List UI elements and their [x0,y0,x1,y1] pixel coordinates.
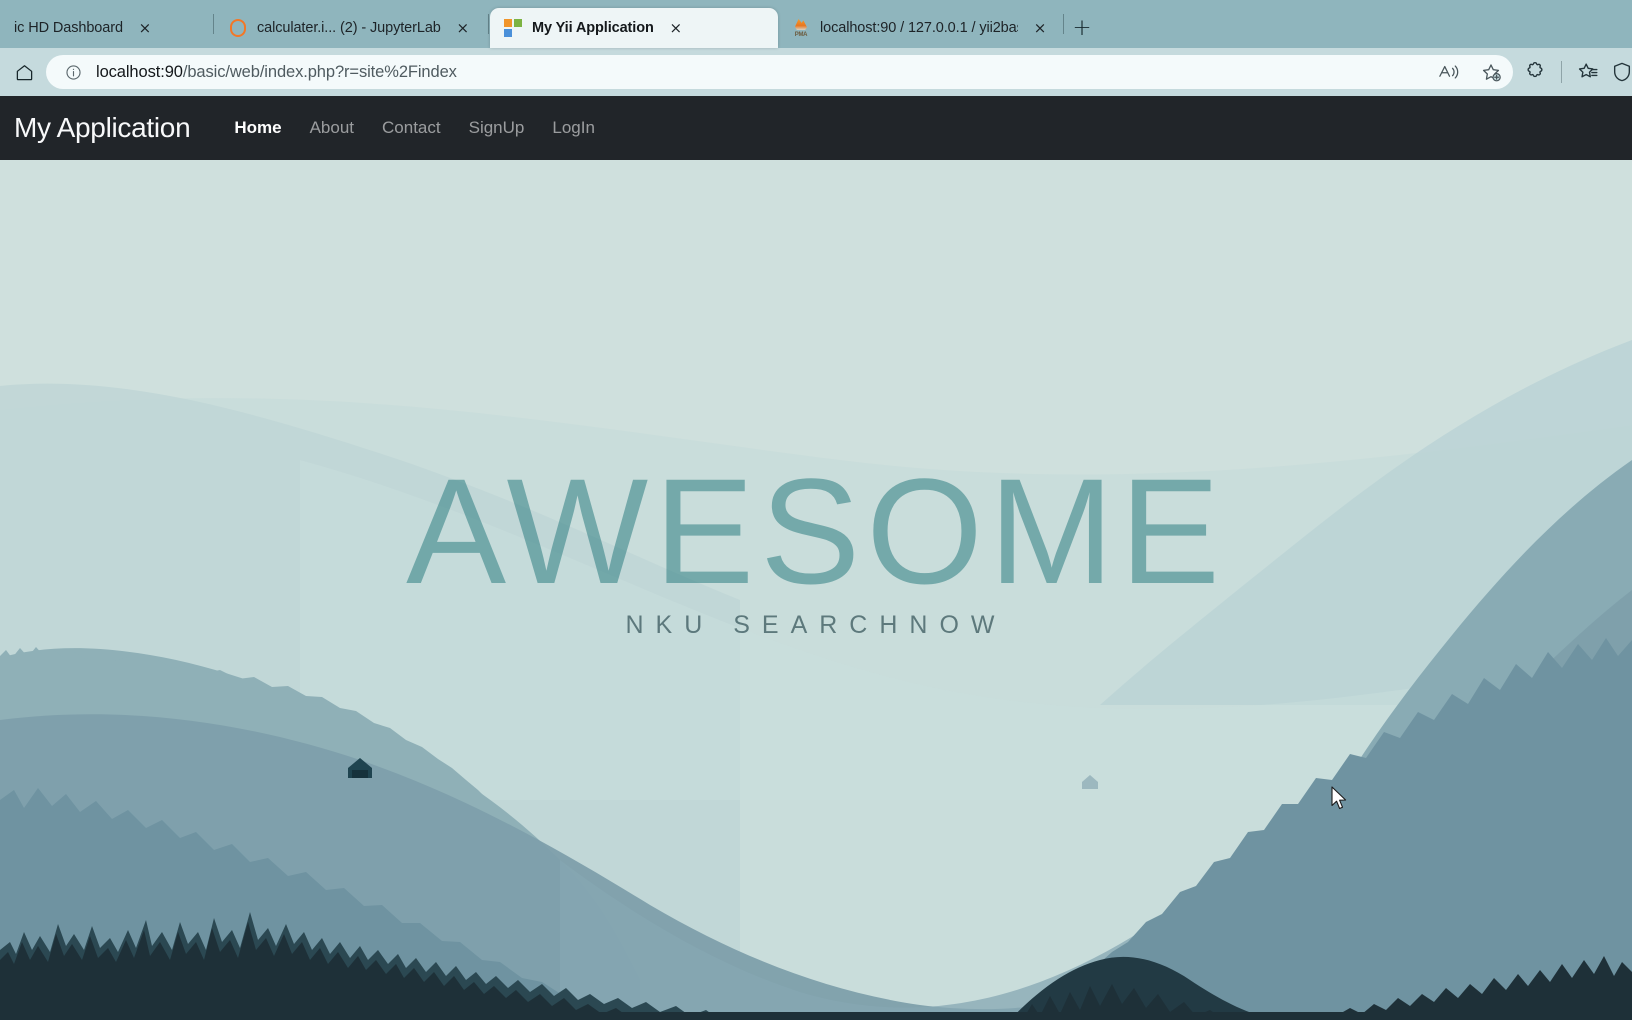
yii-icon [504,19,522,37]
tab-strip: ic HD Dashboard × calculater.i... (2) - … [0,0,1632,48]
toolbar-divider [1561,61,1562,83]
add-favorite-icon[interactable] [1475,56,1507,88]
new-tab-button[interactable]: + [1065,11,1099,45]
info-icon[interactable] [60,59,86,85]
browser-tab-4[interactable]: PMA localhost:90 / 127.0.0.1 / yii2basi … [778,8,1062,48]
browser-tab-1[interactable]: ic HD Dashboard × [0,8,212,48]
nav-link-contact[interactable]: Contact [368,112,455,144]
phpmyadmin-icon: PMA [792,19,810,38]
landscape-illustration [0,160,1632,1020]
site-nav-links: Home About Contact SignUp LogIn [220,112,609,144]
browser-window: ic HD Dashboard × calculater.i... (2) - … [0,0,1632,1020]
tab-close-icon[interactable]: × [451,16,475,40]
web-page-viewport: My Application Home About Contact SignUp… [0,96,1632,1020]
jupyter-icon [229,19,247,37]
site-brand[interactable]: My Application [14,112,191,144]
home-icon[interactable] [8,56,40,88]
nav-link-signup[interactable]: SignUp [455,112,539,144]
browser-tab-2[interactable]: calculater.i... (2) - JupyterLab × [215,8,487,48]
collections-icon[interactable] [1572,56,1604,88]
browser-tab-3-active[interactable]: My Yii Application × [490,8,778,48]
tab-close-icon[interactable]: × [133,16,157,40]
tab-divider [488,14,489,34]
tab-title: localhost:90 / 127.0.0.1 / yii2basi [820,20,1018,36]
nav-link-login[interactable]: LogIn [538,112,609,144]
read-aloud-icon[interactable] [1433,56,1465,88]
nav-link-home[interactable]: Home [220,112,295,144]
extensions-icon[interactable] [1519,56,1551,88]
browser-essentials-icon[interactable] [1606,56,1632,88]
tab-title: calculater.i... (2) - JupyterLab [257,20,441,36]
tab-close-icon[interactable]: × [664,16,688,40]
tab-title: My Yii Application [532,20,654,36]
tab-divider [213,14,214,34]
tab-divider [1063,14,1064,34]
url-path: /basic/web/index.php?r=site%2Findex [182,62,457,81]
url-host: localhost:90 [96,62,183,81]
nav-link-about[interactable]: About [296,112,368,144]
toolbar-right-icons [1519,56,1631,88]
tab-title: ic HD Dashboard [14,20,123,36]
site-navbar: My Application Home About Contact SignUp… [0,96,1632,160]
hero-landscape-image: AWESOME NKU SEARCHNOW [0,160,1632,1020]
address-bar[interactable]: localhost:90/basic/web/index.php?r=site%… [46,55,1513,89]
mouse-cursor [1331,786,1349,812]
browser-toolbar: localhost:90/basic/web/index.php?r=site%… [0,48,1632,96]
url-text[interactable]: localhost:90/basic/web/index.php?r=site%… [96,63,1423,82]
tab-close-icon[interactable]: × [1028,16,1052,40]
